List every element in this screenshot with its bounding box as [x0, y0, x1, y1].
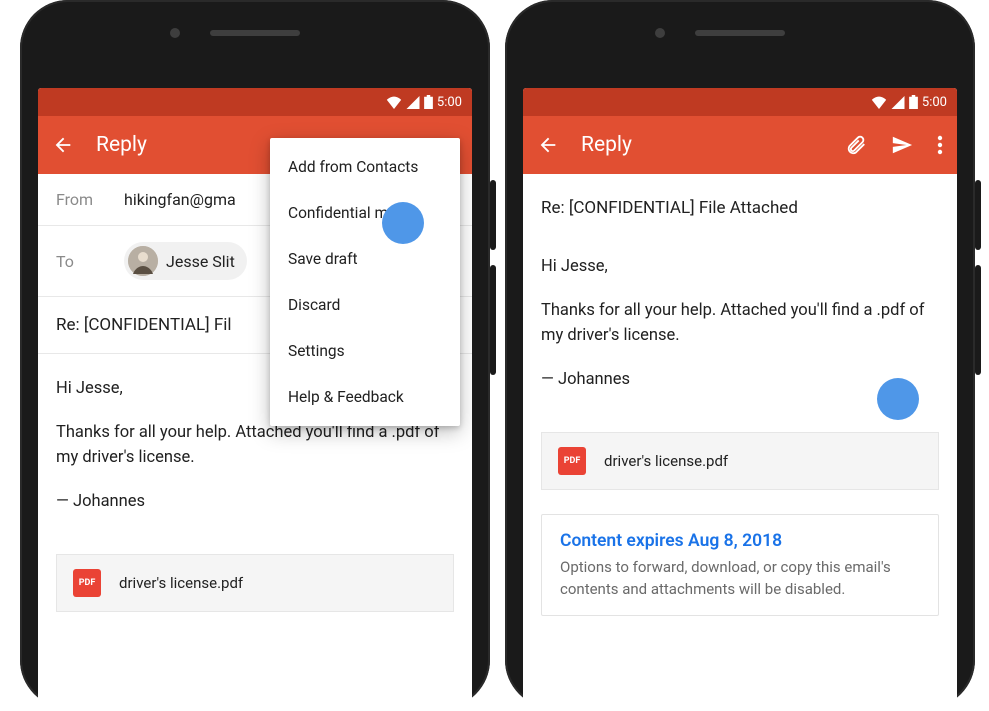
to-label: To: [56, 252, 124, 271]
body-signature: — Johannes: [56, 489, 454, 515]
subject-text: Re: [CONFIDENTIAL] File Attached: [541, 198, 798, 218]
battery-icon: [909, 95, 918, 109]
side-button: [490, 265, 496, 375]
back-arrow-icon[interactable]: [537, 134, 559, 156]
earpiece: [210, 30, 300, 36]
menu-add-contacts[interactable]: Add from Contacts: [270, 144, 460, 190]
send-icon[interactable]: [889, 134, 915, 156]
menu-discard[interactable]: Discard: [270, 282, 460, 328]
touch-indicator: [382, 202, 424, 244]
touch-indicator: [877, 378, 919, 420]
attachment-chip[interactable]: PDF driver's license.pdf: [56, 554, 454, 612]
app-bar: Reply: [523, 116, 957, 174]
pdf-icon: PDF: [73, 569, 101, 597]
side-button: [975, 180, 981, 250]
menu-help-feedback[interactable]: Help & Feedback: [270, 374, 460, 420]
confidential-title: Content expires Aug 8, 2018: [560, 531, 920, 551]
screen: 5:00 Reply From hikingfan@gma To Jesse S: [38, 88, 472, 708]
cellular-icon: [406, 96, 420, 109]
subject-row[interactable]: Re: [CONFIDENTIAL] File Attached: [523, 174, 957, 228]
earpiece: [695, 30, 785, 36]
recipient-name: Jesse Slit: [166, 252, 235, 271]
status-time: 5:00: [922, 95, 947, 110]
recipient-chip[interactable]: Jesse Slit: [124, 242, 247, 280]
menu-save-draft[interactable]: Save draft: [270, 236, 460, 282]
cellular-icon: [891, 96, 905, 109]
front-camera: [170, 28, 180, 38]
body-greeting: Hi Jesse,: [541, 254, 939, 280]
subject-text: Re: [CONFIDENTIAL] Fil: [56, 315, 232, 335]
from-value: hikingfan@gma: [124, 190, 236, 209]
status-bar: 5:00: [38, 88, 472, 116]
attachment-chip[interactable]: PDF driver's license.pdf: [541, 432, 939, 490]
battery-icon: [424, 95, 433, 109]
from-label: From: [56, 190, 124, 209]
side-button: [975, 265, 981, 375]
avatar: [128, 246, 158, 276]
phone-right: 5:00 Reply: [505, 0, 975, 708]
status-time: 5:00: [437, 95, 462, 110]
wifi-icon: [871, 96, 887, 109]
screen: 5:00 Reply: [523, 88, 957, 708]
overflow-menu: Add from Contacts Confidential mode Save…: [270, 138, 460, 426]
body-paragraph: Thanks for all your help. Attached you'l…: [56, 420, 454, 471]
menu-settings[interactable]: Settings: [270, 328, 460, 374]
appbar-title: Reply: [581, 133, 823, 157]
front-camera: [655, 28, 665, 38]
wifi-icon: [386, 96, 402, 109]
back-arrow-icon[interactable]: [52, 134, 74, 156]
confidential-body: Options to forward, download, or copy th…: [560, 557, 920, 601]
attachment-name: driver's license.pdf: [119, 574, 243, 592]
body-paragraph: Thanks for all your help. Attached you'l…: [541, 298, 939, 349]
overflow-menu-icon[interactable]: [937, 135, 943, 155]
confidential-card[interactable]: Content expires Aug 8, 2018 Options to f…: [541, 514, 939, 616]
pdf-icon: PDF: [558, 447, 586, 475]
phone-left: 5:00 Reply From hikingfan@gma To Jesse S: [20, 0, 490, 708]
status-bar: 5:00: [523, 88, 957, 116]
attachment-name: driver's license.pdf: [604, 452, 728, 470]
menu-confidential-mode[interactable]: Confidential mode: [270, 190, 460, 236]
attach-icon[interactable]: [845, 134, 867, 156]
side-button: [490, 180, 496, 250]
